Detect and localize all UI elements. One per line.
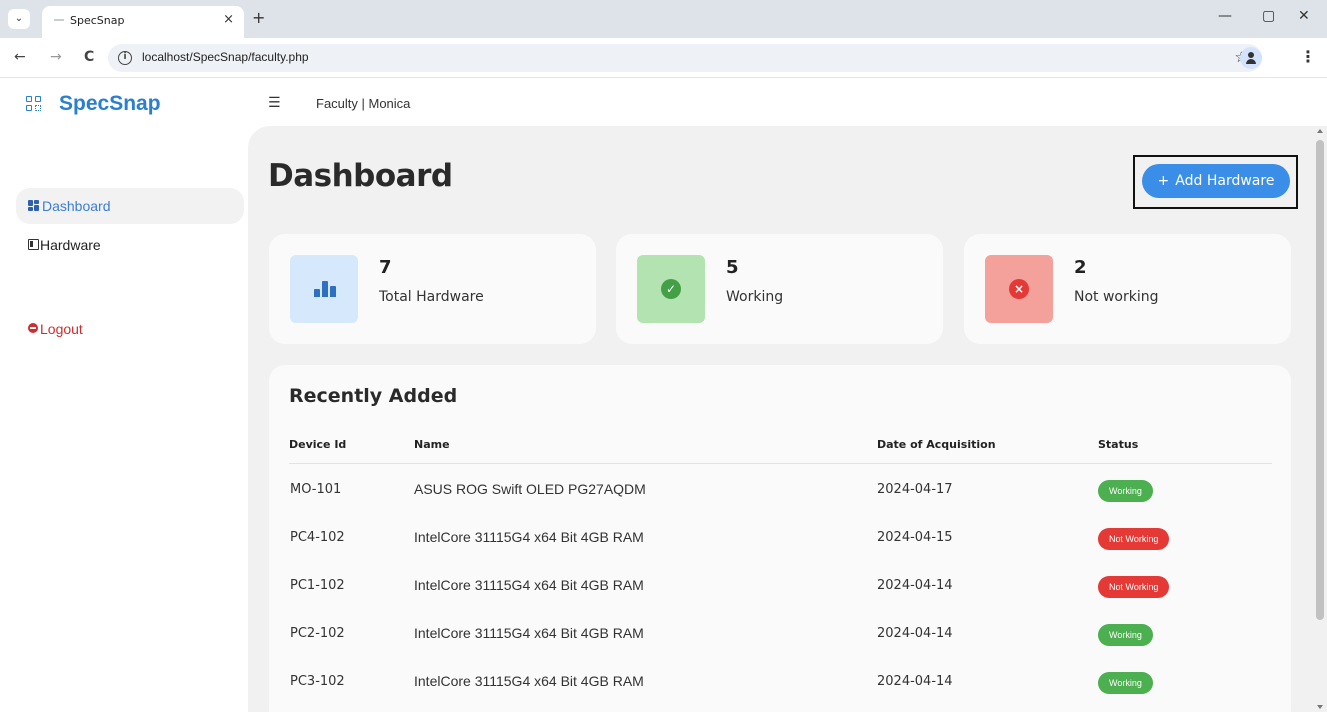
stat-card-not-working: × 2 Not working: [964, 234, 1291, 344]
address-bar[interactable]: i localhost/SpecSnap/faculty.php ☆: [108, 44, 1262, 72]
add-hardware-label: Add Hardware: [1175, 173, 1275, 189]
browser-tab[interactable]: SpecSnap ×: [42, 6, 244, 38]
close-window-button[interactable]: ✕: [1298, 8, 1310, 24]
stat-value: 2: [1074, 257, 1087, 278]
bar-chart-icon: [314, 279, 336, 297]
vertical-scrollbar[interactable]: [1313, 126, 1327, 712]
user-breadcrumb: Faculty | Monica: [316, 96, 411, 111]
recently-added-card: Recently Added Device Id Name Date of Ac…: [269, 365, 1291, 712]
stat-card-total: 7 Total Hardware: [269, 234, 596, 344]
x-circle-icon: ×: [1009, 279, 1029, 299]
stat-label: Total Hardware: [379, 289, 484, 305]
scroll-up-icon[interactable]: [1317, 129, 1323, 133]
check-circle-icon: ✓: [661, 279, 681, 299]
cell-date: 2024-04-14: [877, 626, 953, 641]
favicon-icon: [54, 19, 64, 21]
stat-icon-box: ✓: [637, 255, 705, 323]
status-badge: Working: [1098, 624, 1153, 646]
column-header-device-id: Device Id: [289, 438, 347, 451]
table-divider: [289, 463, 1272, 464]
table-row[interactable]: PC2-102 IntelCore 31115G4 x64 Bit 4GB RA…: [269, 610, 1291, 658]
column-header-date: Date of Acquisition: [877, 438, 996, 451]
cell-name: IntelCore 31115G4 x64 Bit 4GB RAM: [414, 529, 644, 545]
browser-toolbar: ← → C i localhost/SpecSnap/faculty.php ☆…: [0, 38, 1327, 78]
browser-menu-icon[interactable]: ⋮: [1300, 47, 1316, 66]
main-content: Dashboard + Add Hardware 7 Total Hardware…: [248, 126, 1313, 712]
reload-icon[interactable]: C: [84, 49, 94, 65]
column-header-status: Status: [1098, 438, 1139, 451]
hardware-icon: [28, 239, 39, 250]
table-row[interactable]: PC3-102 IntelCore 31115G4 x64 Bit 4GB RA…: [269, 658, 1291, 706]
qr-code-icon: [26, 96, 42, 112]
stat-icon-box: [290, 255, 358, 323]
cell-date: 2024-04-15: [877, 530, 953, 545]
table-row[interactable]: MO-101 ASUS ROG Swift OLED PG27AQDM 2024…: [269, 466, 1291, 514]
cell-date: 2024-04-14: [877, 578, 953, 593]
sidebar-item-hardware[interactable]: Hardware: [16, 228, 244, 264]
browser-tab-bar: ⌄ SpecSnap × + — ▢ ✕: [0, 0, 1327, 38]
tab-title: SpecSnap: [70, 14, 125, 27]
dashboard-icon: [28, 200, 39, 211]
logout-button[interactable]: Logout: [16, 311, 244, 347]
status-badge: Working: [1098, 480, 1153, 502]
cell-name: IntelCore 31115G4 x64 Bit 4GB RAM: [414, 673, 644, 689]
cell-device-id: PC2-102: [290, 626, 345, 641]
sidebar-item-dashboard[interactable]: Dashboard: [16, 188, 244, 224]
add-hardware-button[interactable]: + Add Hardware: [1142, 164, 1290, 198]
table-row[interactable]: PC1-102 IntelCore 31115G4 x64 Bit 4GB RA…: [269, 562, 1291, 610]
stat-label: Not working: [1074, 289, 1159, 305]
stat-value: 5: [726, 257, 739, 278]
brand-name: SpecSnap: [59, 92, 161, 115]
new-tab-button[interactable]: +: [252, 8, 265, 27]
url-text[interactable]: localhost/SpecSnap/faculty.php: [142, 50, 309, 64]
cell-device-id: MO-101: [290, 482, 342, 497]
status-badge: Not Working: [1098, 528, 1170, 550]
stat-card-working: ✓ 5 Working: [616, 234, 943, 344]
cell-date: 2024-04-17: [877, 482, 953, 497]
cell-device-id: PC1-102: [290, 578, 345, 593]
forward-icon[interactable]: →: [50, 49, 62, 65]
scroll-down-icon[interactable]: [1317, 705, 1323, 709]
site-info-icon[interactable]: i: [118, 51, 132, 65]
column-header-name: Name: [414, 438, 450, 451]
tab-close-icon[interactable]: ×: [223, 12, 234, 27]
cell-name: IntelCore 31115G4 x64 Bit 4GB RAM: [414, 625, 644, 641]
cell-name: IntelCore 31115G4 x64 Bit 4GB RAM: [414, 577, 644, 593]
back-icon[interactable]: ←: [14, 49, 26, 65]
cell-date: 2024-04-14: [877, 674, 953, 689]
plus-icon: +: [1157, 173, 1170, 189]
page-title: Dashboard: [268, 158, 453, 194]
cell-device-id: PC3-102: [290, 674, 345, 689]
app-root: SpecSnap ☰ Faculty | Monica Dashboard Ha…: [0, 78, 1327, 712]
sidebar-item-label: Dashboard: [42, 198, 111, 214]
hamburger-menu-icon[interactable]: ☰: [268, 95, 281, 111]
minimize-button[interactable]: —: [1218, 8, 1232, 24]
sidebar: Dashboard Hardware Logout: [0, 126, 248, 712]
stat-label: Working: [726, 289, 784, 305]
scrollbar-thumb[interactable]: [1316, 140, 1324, 620]
section-title: Recently Added: [289, 385, 458, 407]
stat-value: 7: [379, 257, 392, 278]
tab-search-icon[interactable]: ⌄: [8, 9, 30, 29]
sidebar-item-label: Hardware: [40, 237, 101, 253]
cell-name: ASUS ROG Swift OLED PG27AQDM: [414, 481, 646, 497]
profile-icon[interactable]: [1240, 47, 1262, 69]
add-hardware-highlight: + Add Hardware: [1133, 155, 1298, 209]
maximize-button[interactable]: ▢: [1262, 8, 1275, 24]
status-badge: Working: [1098, 672, 1153, 694]
logout-icon: [28, 323, 38, 333]
stat-icon-box: ×: [985, 255, 1053, 323]
cell-device-id: PC4-102: [290, 530, 345, 545]
table-row[interactable]: PC4-102 IntelCore 31115G4 x64 Bit 4GB RA…: [269, 514, 1291, 562]
status-badge: Not Working: [1098, 576, 1170, 598]
logout-label: Logout: [40, 321, 83, 337]
